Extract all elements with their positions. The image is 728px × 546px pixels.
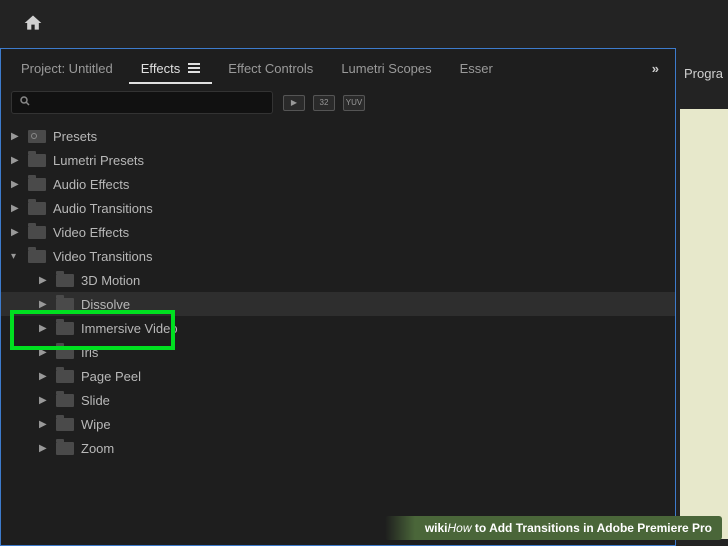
wikihow-watermark: wikiHow to Add Transitions in Adobe Prem… — [385, 516, 722, 540]
folder-label: Immersive Video — [81, 321, 178, 336]
chevron-right-icon: ▶ — [39, 323, 49, 334]
folder-audio-effects[interactable]: ▶ Audio Effects — [1, 172, 675, 196]
folder-icon — [56, 298, 74, 311]
folder-icon — [56, 394, 74, 407]
search-icon — [19, 95, 31, 110]
home-icon[interactable] — [22, 13, 44, 36]
chevron-right-icon: ▶ — [11, 155, 21, 166]
chevron-right-icon: ▶ — [39, 299, 49, 310]
folder-label: Presets — [53, 129, 97, 144]
folder-page-peel[interactable]: ▶ Page Peel — [1, 364, 675, 388]
tab-project[interactable]: Project: Untitled — [9, 53, 125, 84]
folder-icon — [28, 250, 46, 263]
folder-label: Video Effects — [53, 225, 129, 240]
tabs-overflow-button[interactable]: » — [644, 61, 667, 76]
toggle-accelerated[interactable]: ▶ — [283, 95, 305, 111]
tab-effects[interactable]: Effects — [129, 53, 213, 84]
folder-video-transitions[interactable]: ▾ Video Transitions — [1, 244, 675, 268]
folder-icon — [56, 442, 74, 455]
folder-icon — [28, 154, 46, 167]
folder-slide[interactable]: ▶ Slide — [1, 388, 675, 412]
chevron-right-icon: ▶ — [11, 179, 21, 190]
tab-effects-label: Effects — [141, 61, 181, 76]
program-panel: Progra — [676, 48, 728, 546]
panel-tabs: Project: Untitled Effects Effect Control… — [1, 49, 675, 87]
toggle-32bit[interactable]: 32 — [313, 95, 335, 111]
chevron-right-icon: ▶ — [11, 227, 21, 238]
folder-3d-motion[interactable]: ▶ 3D Motion — [1, 268, 675, 292]
chevron-right-icon: ▶ — [39, 275, 49, 286]
folder-label: Wipe — [81, 417, 111, 432]
chevron-right-icon: ▶ — [39, 395, 49, 406]
chevron-right-icon: ▶ — [11, 203, 21, 214]
search-input[interactable] — [35, 96, 265, 110]
folder-label: Iris — [81, 345, 98, 360]
chevron-right-icon: ▶ — [39, 347, 49, 358]
panel-menu-icon[interactable] — [188, 63, 200, 73]
title-bar — [0, 0, 728, 48]
effects-panel: Project: Untitled Effects Effect Control… — [0, 48, 676, 546]
preset-icon — [28, 130, 46, 143]
folder-icon — [56, 274, 74, 287]
folder-presets[interactable]: ▶ Presets — [1, 124, 675, 148]
folder-label: Lumetri Presets — [53, 153, 144, 168]
folder-icon — [28, 202, 46, 215]
folder-label: Slide — [81, 393, 110, 408]
filter-toggles: ▶ 32 YUV — [283, 95, 365, 111]
folder-icon — [28, 178, 46, 191]
toggle-yuv[interactable]: YUV — [343, 95, 365, 111]
folder-label: Zoom — [81, 441, 114, 456]
folder-label: 3D Motion — [81, 273, 140, 288]
chevron-right-icon: ▶ — [39, 371, 49, 382]
chevron-right-icon: ▶ — [39, 419, 49, 430]
folder-video-effects[interactable]: ▶ Video Effects — [1, 220, 675, 244]
folder-iris[interactable]: ▶ Iris — [1, 340, 675, 364]
program-monitor[interactable] — [680, 109, 728, 539]
chevron-right-icon: ▶ — [39, 443, 49, 454]
folder-zoom[interactable]: ▶ Zoom — [1, 436, 675, 460]
watermark-text: wikiHow to Add Transitions in Adobe Prem… — [425, 521, 712, 535]
folder-icon — [28, 226, 46, 239]
folder-label: Page Peel — [81, 369, 141, 384]
chevron-right-icon: ▶ — [11, 131, 21, 142]
folder-dissolve[interactable]: ▶ Dissolve — [1, 292, 675, 316]
folder-icon — [56, 418, 74, 431]
folder-lumetri-presets[interactable]: ▶ Lumetri Presets — [1, 148, 675, 172]
folder-icon — [56, 322, 74, 335]
folder-wipe[interactable]: ▶ Wipe — [1, 412, 675, 436]
search-row: ▶ 32 YUV — [1, 87, 675, 122]
chevron-down-icon: ▾ — [11, 251, 21, 262]
tab-effect-controls[interactable]: Effect Controls — [216, 53, 325, 84]
folder-icon — [56, 346, 74, 359]
search-box[interactable] — [11, 91, 273, 114]
folder-label: Dissolve — [81, 297, 130, 312]
folder-icon — [56, 370, 74, 383]
tab-lumetri-scopes[interactable]: Lumetri Scopes — [329, 53, 443, 84]
folder-audio-transitions[interactable]: ▶ Audio Transitions — [1, 196, 675, 220]
folder-label: Video Transitions — [53, 249, 153, 264]
effects-tree: ▶ Presets ▶ Lumetri Presets ▶ Audio Effe… — [1, 122, 675, 462]
workspace: Project: Untitled Effects Effect Control… — [0, 48, 728, 546]
folder-label: Audio Effects — [53, 177, 129, 192]
tab-program[interactable]: Progra — [676, 58, 728, 89]
folder-label: Audio Transitions — [53, 201, 153, 216]
tab-essential[interactable]: Esser — [448, 53, 505, 84]
folder-immersive-video[interactable]: ▶ Immersive Video — [1, 316, 675, 340]
